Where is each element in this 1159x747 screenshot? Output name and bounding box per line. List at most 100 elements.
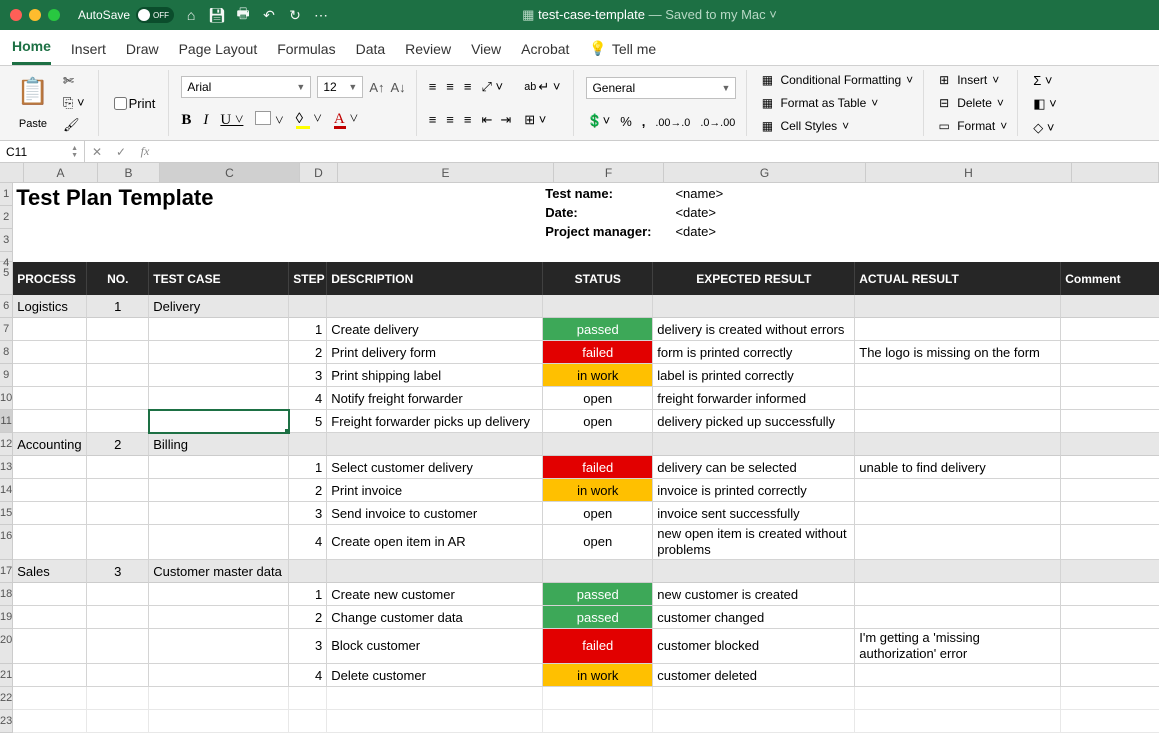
table-row[interactable]: 1Create new customerpassednew customer i…: [13, 583, 1159, 606]
cell[interactable]: [149, 387, 289, 410]
cell[interactable]: [149, 606, 289, 629]
cell[interactable]: Billing: [149, 433, 289, 456]
tell-me[interactable]: 💡Tell me: [589, 40, 656, 65]
cell[interactable]: [149, 318, 289, 341]
more-icon[interactable]: ⋯: [312, 7, 330, 24]
redo-icon[interactable]: ↻: [286, 7, 304, 24]
row-header[interactable]: 9: [0, 364, 13, 387]
percent-button[interactable]: %: [620, 114, 632, 129]
align-left-icon[interactable]: ≡: [429, 112, 437, 127]
cell[interactable]: [149, 364, 289, 387]
table-group-row[interactable]: Sales3Customer master data: [13, 560, 1159, 583]
table-row[interactable]: 2Print invoicein workinvoice is printed …: [13, 479, 1159, 502]
borders-button[interactable]: ˅: [255, 111, 283, 130]
cell[interactable]: [149, 525, 289, 560]
row-header[interactable]: 2: [0, 206, 13, 229]
table-row[interactable]: [13, 687, 1159, 710]
cell[interactable]: [149, 583, 289, 606]
row-header[interactable]: 16: [0, 525, 13, 560]
col-header[interactable]: G: [664, 163, 866, 182]
increase-decimal-icon[interactable]: .00→.0: [655, 114, 690, 129]
row-header[interactable]: 20: [0, 629, 13, 664]
table-row[interactable]: 5Freight forwarder picks up deliveryopen…: [13, 410, 1159, 433]
close-window[interactable]: [10, 9, 22, 21]
decrease-font-icon[interactable]: A↓: [391, 80, 406, 95]
name-box[interactable]: C11 ▲▼: [0, 141, 85, 162]
align-bottom-icon[interactable]: ≡: [464, 79, 472, 94]
row-header[interactable]: 6: [0, 295, 13, 318]
table-row[interactable]: 1Select customer deliveryfaileddelivery …: [13, 456, 1159, 479]
row-header[interactable]: 4: [0, 252, 13, 262]
row-header[interactable]: 1: [0, 183, 13, 206]
number-format-dropdown[interactable]: General▼: [586, 77, 736, 99]
cell[interactable]: [149, 479, 289, 502]
row-header[interactable]: 15: [0, 502, 13, 525]
table-row[interactable]: 4Delete customerin workcustomer deleted: [13, 664, 1159, 687]
wrap-text-button[interactable]: ab↵ ˅: [521, 78, 563, 96]
table-row[interactable]: 2Print delivery formfailedform is printe…: [13, 341, 1159, 364]
cell[interactable]: [149, 629, 289, 664]
font-family-dropdown[interactable]: Arial▼: [181, 76, 311, 98]
autosum-button[interactable]: Σ ˅: [1030, 72, 1060, 89]
minimize-window[interactable]: [29, 9, 41, 21]
table-row[interactable]: 1Create deliverypasseddelivery is create…: [13, 318, 1159, 341]
table-row[interactable]: 3Send invoice to customeropeninvoice sen…: [13, 502, 1159, 525]
clear-button[interactable]: ◇ ˅: [1030, 119, 1060, 137]
align-top-icon[interactable]: ≡: [429, 79, 437, 94]
paste-icon[interactable]: 📋: [17, 76, 49, 107]
col-header[interactable]: E: [338, 163, 554, 182]
row-header[interactable]: 8: [0, 341, 13, 364]
undo-icon[interactable]: ↶: [260, 7, 278, 24]
tab-data[interactable]: Data: [356, 41, 386, 65]
italic-button[interactable]: I: [203, 112, 208, 129]
table-row[interactable]: 2Change customer datapassedcustomer chan…: [13, 606, 1159, 629]
worksheet-grid[interactable]: Test Plan TemplateTest name:<name>Date:<…: [13, 183, 1159, 733]
align-center-icon[interactable]: ≡: [446, 112, 454, 127]
underline-button[interactable]: U ˅: [220, 112, 243, 129]
table-row[interactable]: 3Block customerfailedcustomer blockedI'm…: [13, 629, 1159, 664]
format-as-table-button[interactable]: ▦Format as Table ˅: [759, 96, 913, 110]
row-header[interactable]: 23: [0, 710, 13, 733]
merge-button[interactable]: ⊞ ˅: [521, 111, 563, 129]
col-header[interactable]: F: [554, 163, 664, 182]
delete-button[interactable]: ⊟Delete ˅: [936, 96, 1007, 110]
home-icon[interactable]: ⌂: [182, 7, 200, 23]
row-header[interactable]: 12: [0, 433, 13, 456]
col-header[interactable]: H: [866, 163, 1072, 182]
tab-insert[interactable]: Insert: [71, 41, 106, 65]
table-row[interactable]: 4Notify freight forwarderopenfreight for…: [13, 387, 1159, 410]
insert-button[interactable]: ⊞Insert ˅: [936, 73, 1007, 87]
bold-button[interactable]: B: [181, 112, 191, 129]
cell[interactable]: Customer master data: [149, 560, 289, 583]
font-color-button[interactable]: A ˅: [334, 111, 358, 129]
cell[interactable]: [149, 664, 289, 687]
table-row[interactable]: 4Create open item in ARopennew open item…: [13, 525, 1159, 560]
row-header[interactable]: 22: [0, 687, 13, 710]
tab-formulas[interactable]: Formulas: [277, 41, 335, 65]
col-header[interactable]: B: [98, 163, 160, 182]
row-header[interactable]: 5: [0, 262, 13, 295]
tab-review[interactable]: Review: [405, 41, 451, 65]
tab-home[interactable]: Home: [12, 38, 51, 65]
orientation-button[interactable]: ⤢ ˅: [481, 79, 503, 95]
accept-formula-icon[interactable]: ✓: [109, 145, 133, 159]
col-header[interactable]: D: [300, 163, 338, 182]
fill-color-button[interactable]: ◊ ˅: [296, 111, 322, 129]
table-row[interactable]: [13, 710, 1159, 733]
row-header[interactable]: 14: [0, 479, 13, 502]
increase-font-icon[interactable]: A↑: [369, 80, 384, 95]
format-painter-icon[interactable]: 🖌: [60, 116, 88, 134]
row-header[interactable]: 11: [0, 410, 13, 433]
increase-indent-icon[interactable]: ⇥: [500, 112, 511, 128]
row-header[interactable]: 7: [0, 318, 13, 341]
cell[interactable]: [149, 410, 289, 433]
cell[interactable]: [149, 341, 289, 364]
row-header[interactable]: 3: [0, 229, 13, 252]
table-group-row[interactable]: Accounting2Billing: [13, 433, 1159, 456]
fill-button[interactable]: ◧ ˅: [1030, 95, 1060, 113]
font-size-dropdown[interactable]: 12▼: [317, 76, 363, 98]
row-header[interactable]: 17: [0, 560, 13, 583]
cell[interactable]: [149, 502, 289, 525]
row-header[interactable]: 19: [0, 606, 13, 629]
tab-acrobat[interactable]: Acrobat: [521, 41, 569, 65]
